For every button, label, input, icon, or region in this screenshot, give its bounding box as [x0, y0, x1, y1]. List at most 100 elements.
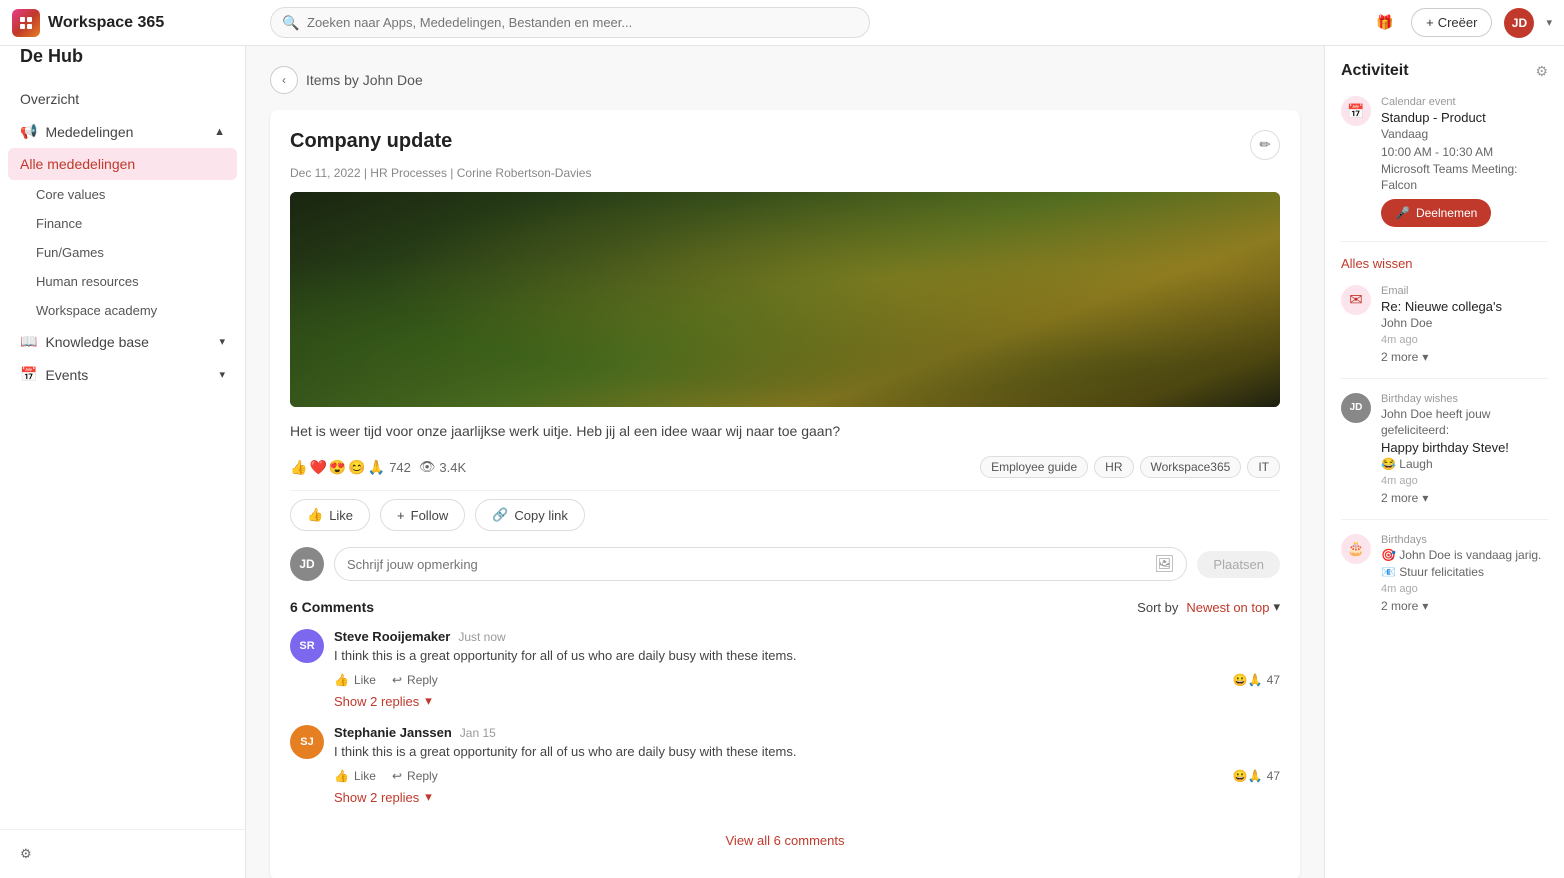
comment-text-1: I think this is a great opportunity for …: [334, 647, 1280, 665]
activity-birthdays-time: 4m ago: [1381, 583, 1548, 595]
follow-button[interactable]: + Follow: [380, 499, 465, 531]
comment-author-2: Stephanie Janssen: [334, 725, 452, 740]
sidebar-item-fungames[interactable]: Fun/Games: [0, 238, 245, 267]
search-input[interactable]: [270, 7, 870, 38]
breadcrumb: ‹ Items by John Doe: [270, 66, 1300, 94]
knowledge-label: Knowledge base: [45, 334, 149, 350]
birthday-wishes-more-link[interactable]: 2 more ▾: [1381, 491, 1548, 505]
comment-reply-1[interactable]: ↩ Reply: [392, 673, 438, 687]
activity-email-main: Re: Nieuwe collega's: [1381, 299, 1548, 314]
commenter-avatar-1: SR: [290, 629, 324, 663]
post-edit-button[interactable]: ✏: [1250, 130, 1280, 160]
comment-like-1[interactable]: 👍 Like: [334, 673, 376, 687]
right-panel-header: Activiteit ⚙: [1341, 62, 1548, 80]
overview-label: Overzicht: [20, 91, 79, 107]
activity-email: ✉ Email Re: Nieuwe collega's John Doe 4m…: [1341, 285, 1548, 379]
search-bar[interactable]: 🔍: [270, 7, 870, 38]
sidebar-title: De Hub: [0, 46, 245, 83]
gift-icon[interactable]: 🎁: [1371, 9, 1399, 37]
like-label: Like: [329, 508, 353, 523]
emoji-pray: 🙏: [368, 459, 385, 476]
activity-email-content: Email Re: Nieuwe collega's John Doe 4m a…: [1381, 285, 1548, 364]
birthday-avatar: JD: [1341, 393, 1371, 423]
post-comment-button[interactable]: Plaatsen: [1197, 551, 1280, 578]
join-button[interactable]: 🎤 Deelnemen: [1381, 199, 1491, 227]
sidebar-item-overview[interactable]: Overzicht: [0, 83, 245, 115]
activity-type-calendar: Calendar event: [1381, 96, 1548, 108]
avatar-chevron-icon[interactable]: ▾: [1546, 16, 1552, 29]
plus-icon: +: [1426, 15, 1434, 30]
sidebar-section-knowledge-base[interactable]: 📖 Knowledge base ▾: [0, 325, 245, 358]
activity-calendar-sub2: 10:00 AM - 10:30 AM: [1381, 145, 1548, 161]
comment-input[interactable]: [347, 557, 1146, 572]
show-replies-2[interactable]: Show 2 replies ▾: [334, 789, 1280, 805]
chevron-down-icon: ▾: [219, 335, 225, 348]
view-all-comments[interactable]: View all 6 comments: [290, 821, 1280, 860]
calendar-event-icon: 📅: [1341, 96, 1371, 126]
settings-icon-activity[interactable]: ⚙: [1535, 63, 1548, 80]
back-button[interactable]: ‹: [270, 66, 298, 94]
copy-link-button[interactable]: 🔗 Copy link: [475, 499, 585, 531]
image-upload-icon[interactable]: 🖼: [1154, 554, 1174, 574]
comment-author-1: Steve Rooijemaker: [334, 629, 450, 644]
sidebar-item-core-values[interactable]: Core values: [0, 180, 245, 209]
reply-icon-2: ↩: [392, 769, 402, 783]
post-actions: 👍 Like + Follow 🔗 Copy link: [290, 490, 1280, 531]
sidebar-section-events[interactable]: 📅 Events ▾: [0, 358, 245, 391]
activity-calendar-sub3: Microsoft Teams Meeting: Falcon: [1381, 162, 1548, 193]
alles-wissen-link[interactable]: Alles wissen: [1341, 256, 1548, 271]
comment-actions-1: 👍 Like ↩ Reply 😀🙏 47: [334, 673, 1280, 687]
like-button[interactable]: 👍 Like: [290, 499, 370, 531]
post-meta: Dec 11, 2022 | HR Processes | Corine Rob…: [290, 166, 1280, 180]
activity-birthday-wishes-main: Happy birthday Steve!: [1381, 440, 1548, 455]
book-icon: 📖: [20, 333, 37, 350]
show-replies-1[interactable]: Show 2 replies ▾: [334, 693, 1280, 709]
email-icon: ✉: [1341, 285, 1371, 315]
activity-calendar-sub1: Vandaag: [1381, 127, 1548, 143]
email-more-link[interactable]: 2 more ▾: [1381, 350, 1548, 364]
sidebar-scroll: De Hub Overzicht 📢 Mededelingen ▲ Alle m…: [0, 46, 245, 829]
sidebar-item-alle-mededelingen[interactable]: Alle mededelingen: [8, 148, 237, 180]
sidebar-section-mededelingen[interactable]: 📢 Mededelingen ▲: [0, 115, 245, 148]
like-icon: 👍: [307, 507, 323, 523]
views-number: 3.4K: [439, 460, 466, 475]
more-label-birthdays: 2 more: [1381, 599, 1418, 613]
comments-count: 6 Comments: [290, 599, 374, 615]
comment-emojis-1: 😀🙏: [1233, 673, 1263, 687]
sidebar-item-finance[interactable]: Finance: [0, 209, 245, 238]
create-button[interactable]: + Creëer: [1411, 8, 1492, 37]
events-label: Events: [45, 367, 88, 383]
activity-type-birthdays: Birthdays: [1381, 534, 1548, 546]
sidebar: De Hub Overzicht 📢 Mededelingen ▲ Alle m…: [0, 46, 246, 878]
activity-birthdays-content: Birthdays 🎯 John Doe is vandaag jarig. 📧…: [1381, 534, 1548, 613]
comment-like-2[interactable]: 👍 Like: [334, 769, 376, 783]
comment-emoji-count-1: 47: [1267, 673, 1280, 687]
activity-birthday-wishes-emoji: 😂 Laugh: [1381, 457, 1548, 473]
activity-birthday-wishes-sub1: John Doe heeft jouw gefeliciteerd:: [1381, 407, 1548, 438]
sidebar-item-human-resources[interactable]: Human resources: [0, 267, 245, 296]
user-avatar[interactable]: JD: [1504, 8, 1534, 38]
view-count: 👁 3.4K: [419, 459, 466, 475]
comment-time-2: Jan 15: [460, 726, 496, 740]
comment-actions-2: 👍 Like ↩ Reply 😀🙏 47: [334, 769, 1280, 783]
activity-type-birthday-wishes: Birthday wishes: [1381, 393, 1548, 405]
commenter-avatar-2: SJ: [290, 725, 324, 759]
sort-by-control[interactable]: Sort by Newest on top ▾: [1137, 599, 1280, 615]
birthdays-more-link[interactable]: 2 more ▾: [1381, 599, 1548, 613]
chevron-down-more-bw: ▾: [1422, 491, 1428, 505]
comment-reply-2[interactable]: ↩ Reply: [392, 769, 438, 783]
sort-chevron-icon: ▾: [1273, 599, 1280, 615]
activity-birthday-wishes-content: Birthday wishes John Doe heeft jouw gefe…: [1381, 393, 1548, 505]
tag-employee-guide: Employee guide: [980, 456, 1088, 478]
sort-value: Newest on top: [1186, 600, 1269, 615]
sidebar-item-workspace-academy[interactable]: Workspace academy: [0, 296, 245, 325]
active-item-label: Alle mededelingen: [20, 156, 135, 172]
post-header: Company update ✏: [290, 130, 1280, 160]
tag-workspace365: Workspace365: [1140, 456, 1242, 478]
comment-item: SR Steve Rooijemaker Just now I think th…: [290, 629, 1280, 709]
comment-author-line-1: Steve Rooijemaker Just now: [334, 629, 1280, 644]
settings-button[interactable]: ⚙: [0, 838, 245, 870]
activity-calendar-content: Calendar event Standup - Product Vandaag…: [1381, 96, 1548, 227]
chevron-down-more-email: ▾: [1422, 350, 1428, 364]
post-tags: Employee guide HR Workspace365 IT: [980, 456, 1280, 478]
